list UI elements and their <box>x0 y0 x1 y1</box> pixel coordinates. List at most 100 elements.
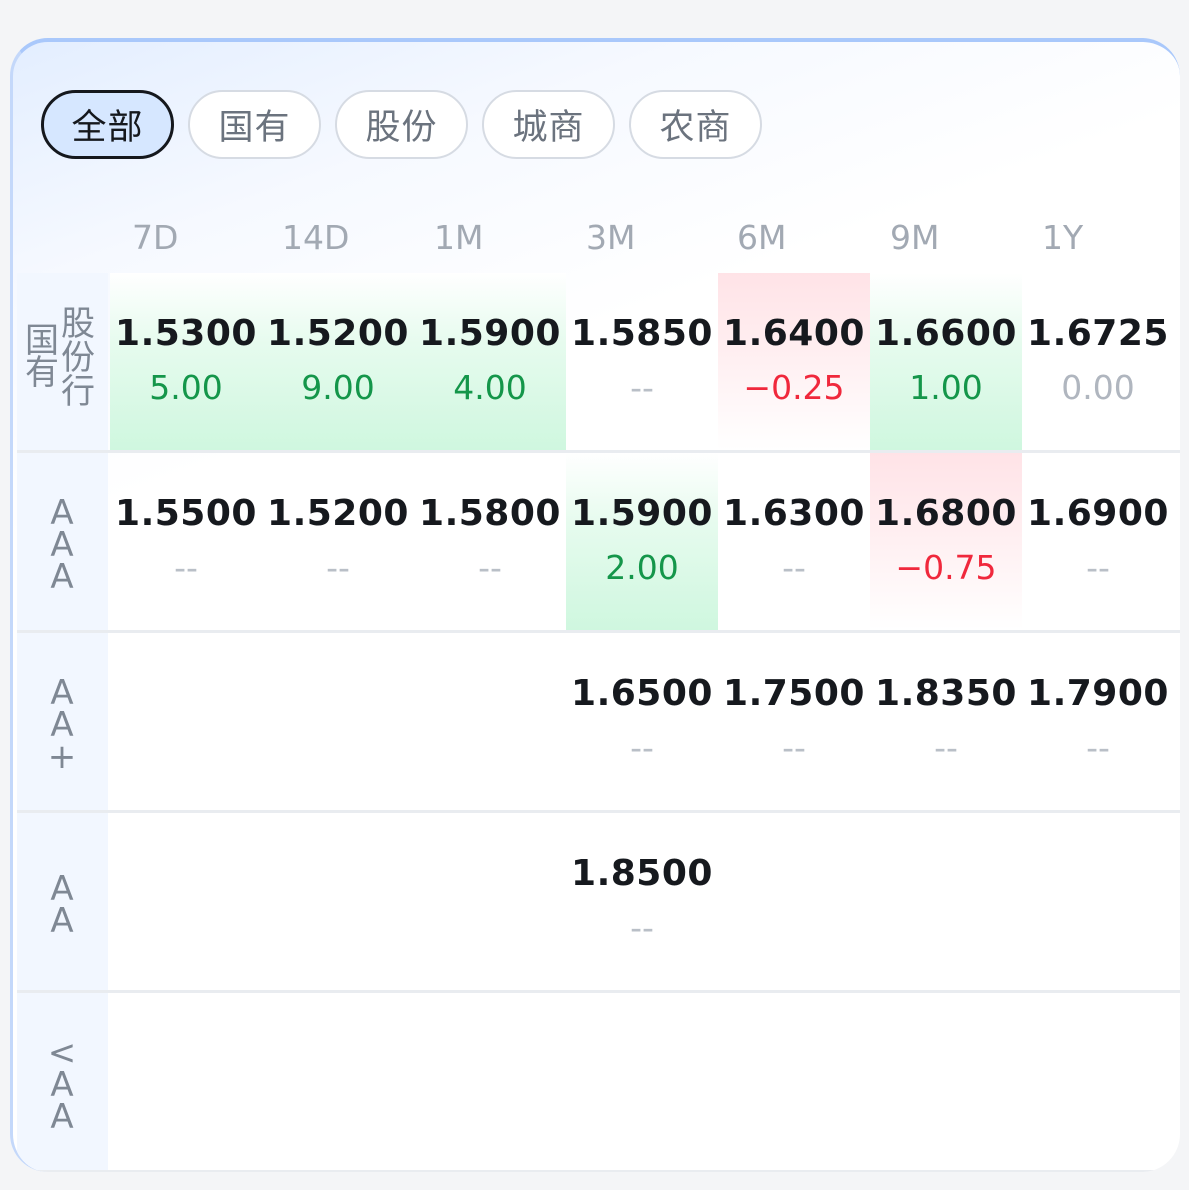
rate-change: -- <box>326 548 350 587</box>
rate-cell[interactable]: 1.6500 -- <box>566 633 718 810</box>
tab-joint-stock[interactable]: 股份 <box>335 90 468 159</box>
rate-value: 1.6600 <box>875 313 1017 354</box>
empty-cell <box>110 993 262 1170</box>
rate-change: -- <box>934 728 958 767</box>
rate-change: 0.00 <box>1061 368 1135 407</box>
rate-value: 1.5300 <box>115 313 257 354</box>
rate-change: 9.00 <box>301 368 375 407</box>
rate-cell[interactable]: 1.5500 -- <box>110 453 262 630</box>
row-label-text: A A + <box>47 673 77 777</box>
empty-cell <box>110 813 262 990</box>
rate-cell[interactable]: 1.5900 2.00 <box>566 453 718 630</box>
tab-all[interactable]: 全部 <box>41 90 174 159</box>
row-label: A A + <box>17 633 108 810</box>
rate-change: -- <box>1086 728 1110 767</box>
rate-change: -- <box>478 548 502 587</box>
rate-value: 1.5200 <box>267 493 409 534</box>
rate-value: 1.6800 <box>875 493 1017 534</box>
rate-cell[interactable]: 1.5200 9.00 <box>262 273 414 450</box>
row-label: < A A <box>17 993 108 1170</box>
rate-value: 1.6500 <box>571 673 713 714</box>
rate-cell[interactable]: 1.8350 -- <box>870 633 1022 810</box>
column-header-14d: 14D <box>282 218 350 257</box>
rate-cell[interactable]: 1.6800 −0.75 <box>870 453 1022 630</box>
rate-cell[interactable]: 1.5800 -- <box>414 453 566 630</box>
rate-value: 1.6400 <box>723 313 865 354</box>
rating-row-below-aa[interactable]: < A A <box>17 993 1180 1172</box>
rate-change: -- <box>782 548 806 587</box>
row-label: A A A <box>17 453 108 630</box>
empty-cell <box>718 993 870 1170</box>
rate-change: 4.00 <box>453 368 527 407</box>
rate-value: 1.6900 <box>1027 493 1169 534</box>
rate-cell[interactable]: 1.6400 −0.25 <box>718 273 870 450</box>
term-header-row: 7D 14D 1M 3M 6M 9M 1Y <box>13 218 1180 268</box>
empty-cell <box>718 813 870 990</box>
column-header-1m: 1M <box>434 218 484 257</box>
rate-change: 2.00 <box>605 548 679 587</box>
row-label-text: A A <box>50 869 74 941</box>
rate-value: 1.7500 <box>723 673 865 714</box>
rating-row-aa-plus[interactable]: A A + 1.6500 -- 1.7500 -- 1.8350 -- 1.7900 -- <box>17 633 1180 813</box>
rate-cell[interactable]: 1.5200 -- <box>262 453 414 630</box>
rate-value: 1.8500 <box>571 853 713 894</box>
rate-cell[interactable]: 1.6600 1.00 <box>870 273 1022 450</box>
row-label-part: 国 有 <box>25 321 59 393</box>
empty-cell <box>566 993 718 1170</box>
rating-row-state-joint-stock[interactable]: 国 有股 份 行 1.5300 5.00 1.5200 9.00 1.5900 4.00 1.… <box>17 273 1180 453</box>
rate-value: 1.6300 <box>723 493 865 534</box>
rate-value: 1.6725 <box>1027 313 1169 354</box>
rate-change: -- <box>1086 548 1110 587</box>
rate-change: -- <box>630 368 654 407</box>
rate-value: 1.7900 <box>1027 673 1169 714</box>
rate-change: -- <box>174 548 198 587</box>
column-header-9m: 9M <box>890 218 940 257</box>
rate-cell[interactable]: 1.7500 -- <box>718 633 870 810</box>
empty-cell <box>262 813 414 990</box>
column-header-1y: 1Y <box>1042 218 1084 257</box>
rate-change: 1.00 <box>909 368 983 407</box>
column-header-3m: 3M <box>586 218 636 257</box>
tab-city-commercial[interactable]: 城商 <box>482 90 615 159</box>
rate-value: 1.5200 <box>267 313 409 354</box>
empty-cell <box>414 633 566 810</box>
rate-value: 1.5500 <box>115 493 257 534</box>
empty-cell <box>414 813 566 990</box>
rate-change: -- <box>782 728 806 767</box>
row-label-text: A A A <box>50 493 74 597</box>
empty-cell <box>1022 993 1174 1170</box>
rate-cell[interactable]: 1.7900 -- <box>1022 633 1174 810</box>
empty-cell <box>870 813 1022 990</box>
rate-cell[interactable]: 1.5850 -- <box>566 273 718 450</box>
rate-change: -- <box>630 728 654 767</box>
rate-change: −0.75 <box>895 548 997 587</box>
rate-value: 1.5900 <box>419 313 561 354</box>
empty-cell <box>870 993 1022 1170</box>
rate-cell[interactable]: 1.6725 0.00 <box>1022 273 1174 450</box>
rate-cell[interactable]: 1.6900 -- <box>1022 453 1174 630</box>
row-label-part: 股 份 行 <box>61 304 95 412</box>
row-label: 国 有股 份 行 <box>17 273 108 450</box>
column-header-6m: 6M <box>737 218 787 257</box>
rate-value: 1.8350 <box>875 673 1017 714</box>
rate-change: -- <box>630 908 654 947</box>
rate-value: 1.5850 <box>571 313 713 354</box>
empty-cell <box>262 993 414 1170</box>
column-header-7d: 7D <box>132 218 179 257</box>
rate-cell[interactable]: 1.5300 5.00 <box>110 273 262 450</box>
rate-value: 1.5800 <box>419 493 561 534</box>
rate-cell[interactable]: 1.8500 -- <box>566 813 718 990</box>
row-label: A A <box>17 813 108 990</box>
rate-cell[interactable]: 1.6300 -- <box>718 453 870 630</box>
rate-cell[interactable]: 1.5900 4.00 <box>414 273 566 450</box>
rate-value: 1.5900 <box>571 493 713 534</box>
tab-rural-commercial[interactable]: 农商 <box>629 90 762 159</box>
empty-cell <box>110 633 262 810</box>
rate-change: −0.25 <box>743 368 845 407</box>
empty-cell <box>414 993 566 1170</box>
rating-row-aaa[interactable]: A A A 1.5500 -- 1.5200 -- 1.5800 -- 1.5900 2.00 1… <box>17 453 1180 633</box>
tab-state-owned[interactable]: 国有 <box>188 90 321 159</box>
rating-row-aa[interactable]: A A 1.8500 -- <box>17 813 1180 993</box>
empty-cell <box>262 633 414 810</box>
rate-card: 全部 国有 股份 城商 农商 7D 14D 1M 3M 6M 9M 1Y 国 有… <box>10 38 1180 1172</box>
